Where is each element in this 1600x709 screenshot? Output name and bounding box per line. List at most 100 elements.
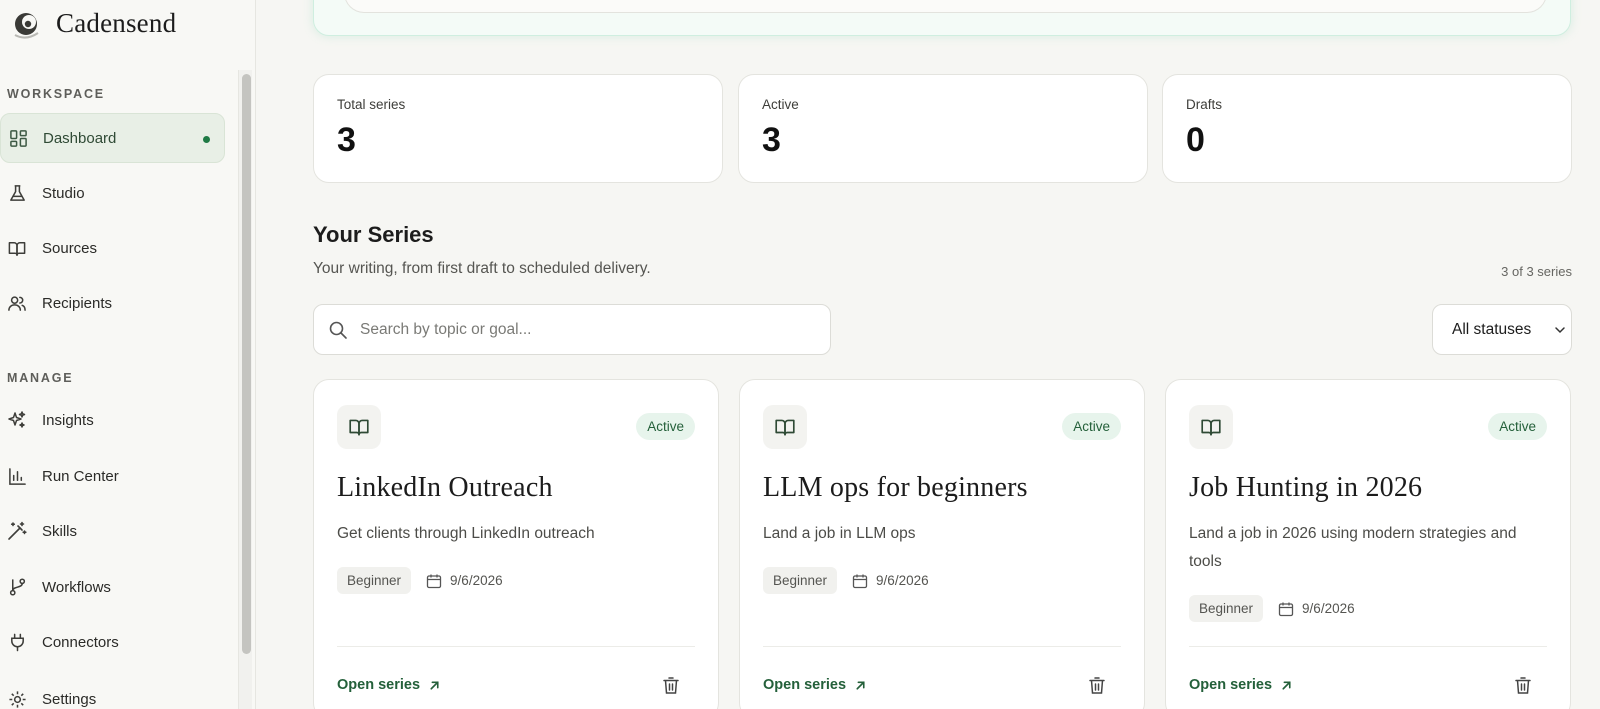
users-icon — [7, 293, 27, 313]
level-tag: Beginner — [763, 567, 838, 594]
arrow-up-right-icon — [856, 680, 865, 690]
calendar-icon — [426, 574, 442, 588]
book-icon — [1201, 419, 1221, 436]
stat-card-drafts: Drafts 0 — [1162, 74, 1572, 183]
open-series-label: Open series — [763, 677, 847, 693]
series-description: Land a job in 2026 using modern strategi… — [1189, 525, 1517, 570]
series-meta: Beginner 9/6/2026 — [337, 567, 503, 594]
card-divider — [763, 646, 1121, 647]
series-card[interactable]: Active Job Hunting in 2026 Land a job in… — [1165, 379, 1571, 709]
stat-value: 3 — [762, 121, 781, 159]
book-icon — [7, 238, 27, 258]
brand-name: Cadensend — [56, 7, 177, 38]
open-series-label: Open series — [1189, 677, 1273, 693]
series-date: 9/6/2026 — [450, 573, 503, 588]
sidebar-scrollbar-thumb[interactable] — [242, 74, 251, 654]
card-divider — [1189, 646, 1547, 647]
chevron-down-icon — [1555, 327, 1565, 334]
series-date: 9/6/2026 — [876, 573, 929, 588]
section-label-manage: MANAGE — [7, 371, 74, 385]
section-subtitle: Your writing, from first draft to schedu… — [313, 260, 651, 277]
calendar-icon — [852, 574, 868, 588]
sidebar-item-sources[interactable]: Sources — [0, 223, 225, 273]
series-title[interactable]: LinkedIn Outreach — [337, 472, 553, 504]
open-series-label: Open series — [337, 677, 421, 693]
card-icon-box — [1189, 405, 1233, 449]
stat-value: 0 — [1186, 121, 1205, 159]
sidebar-item-connectors[interactable]: Connectors — [0, 617, 225, 667]
series-count: 3 of 3 series — [1501, 264, 1572, 279]
status-badge: Active — [1488, 413, 1547, 440]
git-branch-icon — [7, 577, 27, 597]
stat-value: 3 — [337, 121, 356, 159]
open-series-link[interactable]: Open series — [337, 677, 441, 693]
stat-label: Total series — [337, 97, 406, 112]
dashboard-icon — [8, 128, 28, 148]
sidebar-item-dashboard[interactable]: Dashboard — [0, 113, 225, 163]
sidebar-item-label: Studio — [42, 184, 85, 202]
series-meta: Beginner 9/6/2026 — [1189, 595, 1355, 622]
sidebar-item-workflows[interactable]: Workflows — [0, 562, 225, 612]
sparkles-icon — [7, 410, 27, 430]
status-filter-value: All statuses — [1452, 320, 1532, 338]
sidebar-item-run-center[interactable]: Run Center — [0, 451, 225, 501]
sidebar-item-insights[interactable]: Insights — [0, 395, 225, 445]
top-panel — [313, 0, 1571, 36]
active-indicator-dot — [203, 136, 210, 143]
status-badge: Active — [1062, 413, 1121, 440]
arrow-up-right-icon — [430, 680, 439, 690]
sidebar-item-label: Dashboard — [43, 129, 117, 147]
brand-logo-icon — [14, 13, 39, 39]
stat-card-total-series: Total series 3 — [313, 74, 723, 183]
sidebar-item-label: Sources — [42, 239, 98, 257]
card-icon-box — [337, 405, 381, 449]
sidebar-item-label: Skills — [42, 522, 78, 540]
book-icon — [775, 419, 795, 436]
open-series-link[interactable]: Open series — [1189, 677, 1293, 693]
series-card[interactable]: Active LinkedIn Outreach Get clients thr… — [313, 379, 719, 709]
plug-icon — [7, 632, 27, 652]
series-description: Land a job in LLM ops — [763, 525, 916, 542]
series-description: Get clients through LinkedIn outreach — [337, 525, 595, 542]
book-icon — [349, 419, 369, 436]
series-title[interactable]: LLM ops for beginners — [763, 472, 1028, 504]
search-box[interactable] — [313, 304, 831, 355]
section-title: Your Series — [313, 222, 434, 247]
sidebar-item-label: Workflows — [42, 578, 111, 596]
series-title[interactable]: Job Hunting in 2026 — [1189, 472, 1422, 504]
sidebar-item-recipients[interactable]: Recipients — [0, 278, 225, 328]
sidebar-item-skills[interactable]: Skills — [0, 506, 225, 556]
level-tag: Beginner — [1189, 595, 1264, 622]
stat-label: Active — [762, 97, 799, 112]
sidebar-item-label: Connectors — [42, 633, 119, 651]
card-icon-box — [763, 405, 807, 449]
series-card[interactable]: Active LLM ops for beginners Land a job … — [739, 379, 1145, 709]
sidebar-item-label: Recipients — [42, 294, 113, 312]
sidebar-item-studio[interactable]: Studio — [0, 168, 225, 218]
stat-card-active: Active 3 — [738, 74, 1148, 183]
open-series-link[interactable]: Open series — [763, 677, 867, 693]
sidebar-item-settings[interactable]: Settings — [0, 674, 225, 709]
series-date: 9/6/2026 — [1302, 601, 1355, 616]
section-label-workspace: WORKSPACE — [7, 87, 105, 101]
arrow-up-right-icon — [1282, 680, 1291, 690]
stat-label: Drafts — [1186, 97, 1223, 112]
series-meta: Beginner 9/6/2026 — [763, 567, 929, 594]
sidebar-item-label: Insights — [42, 411, 94, 429]
trash-icon[interactable] — [662, 676, 680, 695]
brand[interactable]: Cadensend — [10, 6, 176, 40]
status-filter-select[interactable]: All statuses — [1432, 304, 1572, 355]
trash-icon[interactable] — [1088, 676, 1106, 695]
search-input[interactable] — [360, 320, 800, 339]
calendar-icon — [1278, 602, 1294, 616]
bar-chart-icon — [7, 466, 27, 486]
top-panel-inner — [344, 0, 1547, 13]
gear-icon — [7, 689, 27, 709]
flask-icon — [7, 183, 27, 203]
level-tag: Beginner — [337, 567, 412, 594]
card-divider — [337, 646, 695, 647]
sidebar: Cadensend WORKSPACE Dashboard Studio Sou… — [0, 0, 256, 709]
sidebar-item-label: Run Center — [42, 467, 119, 485]
sidebar-item-label: Settings — [42, 690, 97, 708]
trash-icon[interactable] — [1514, 676, 1532, 695]
